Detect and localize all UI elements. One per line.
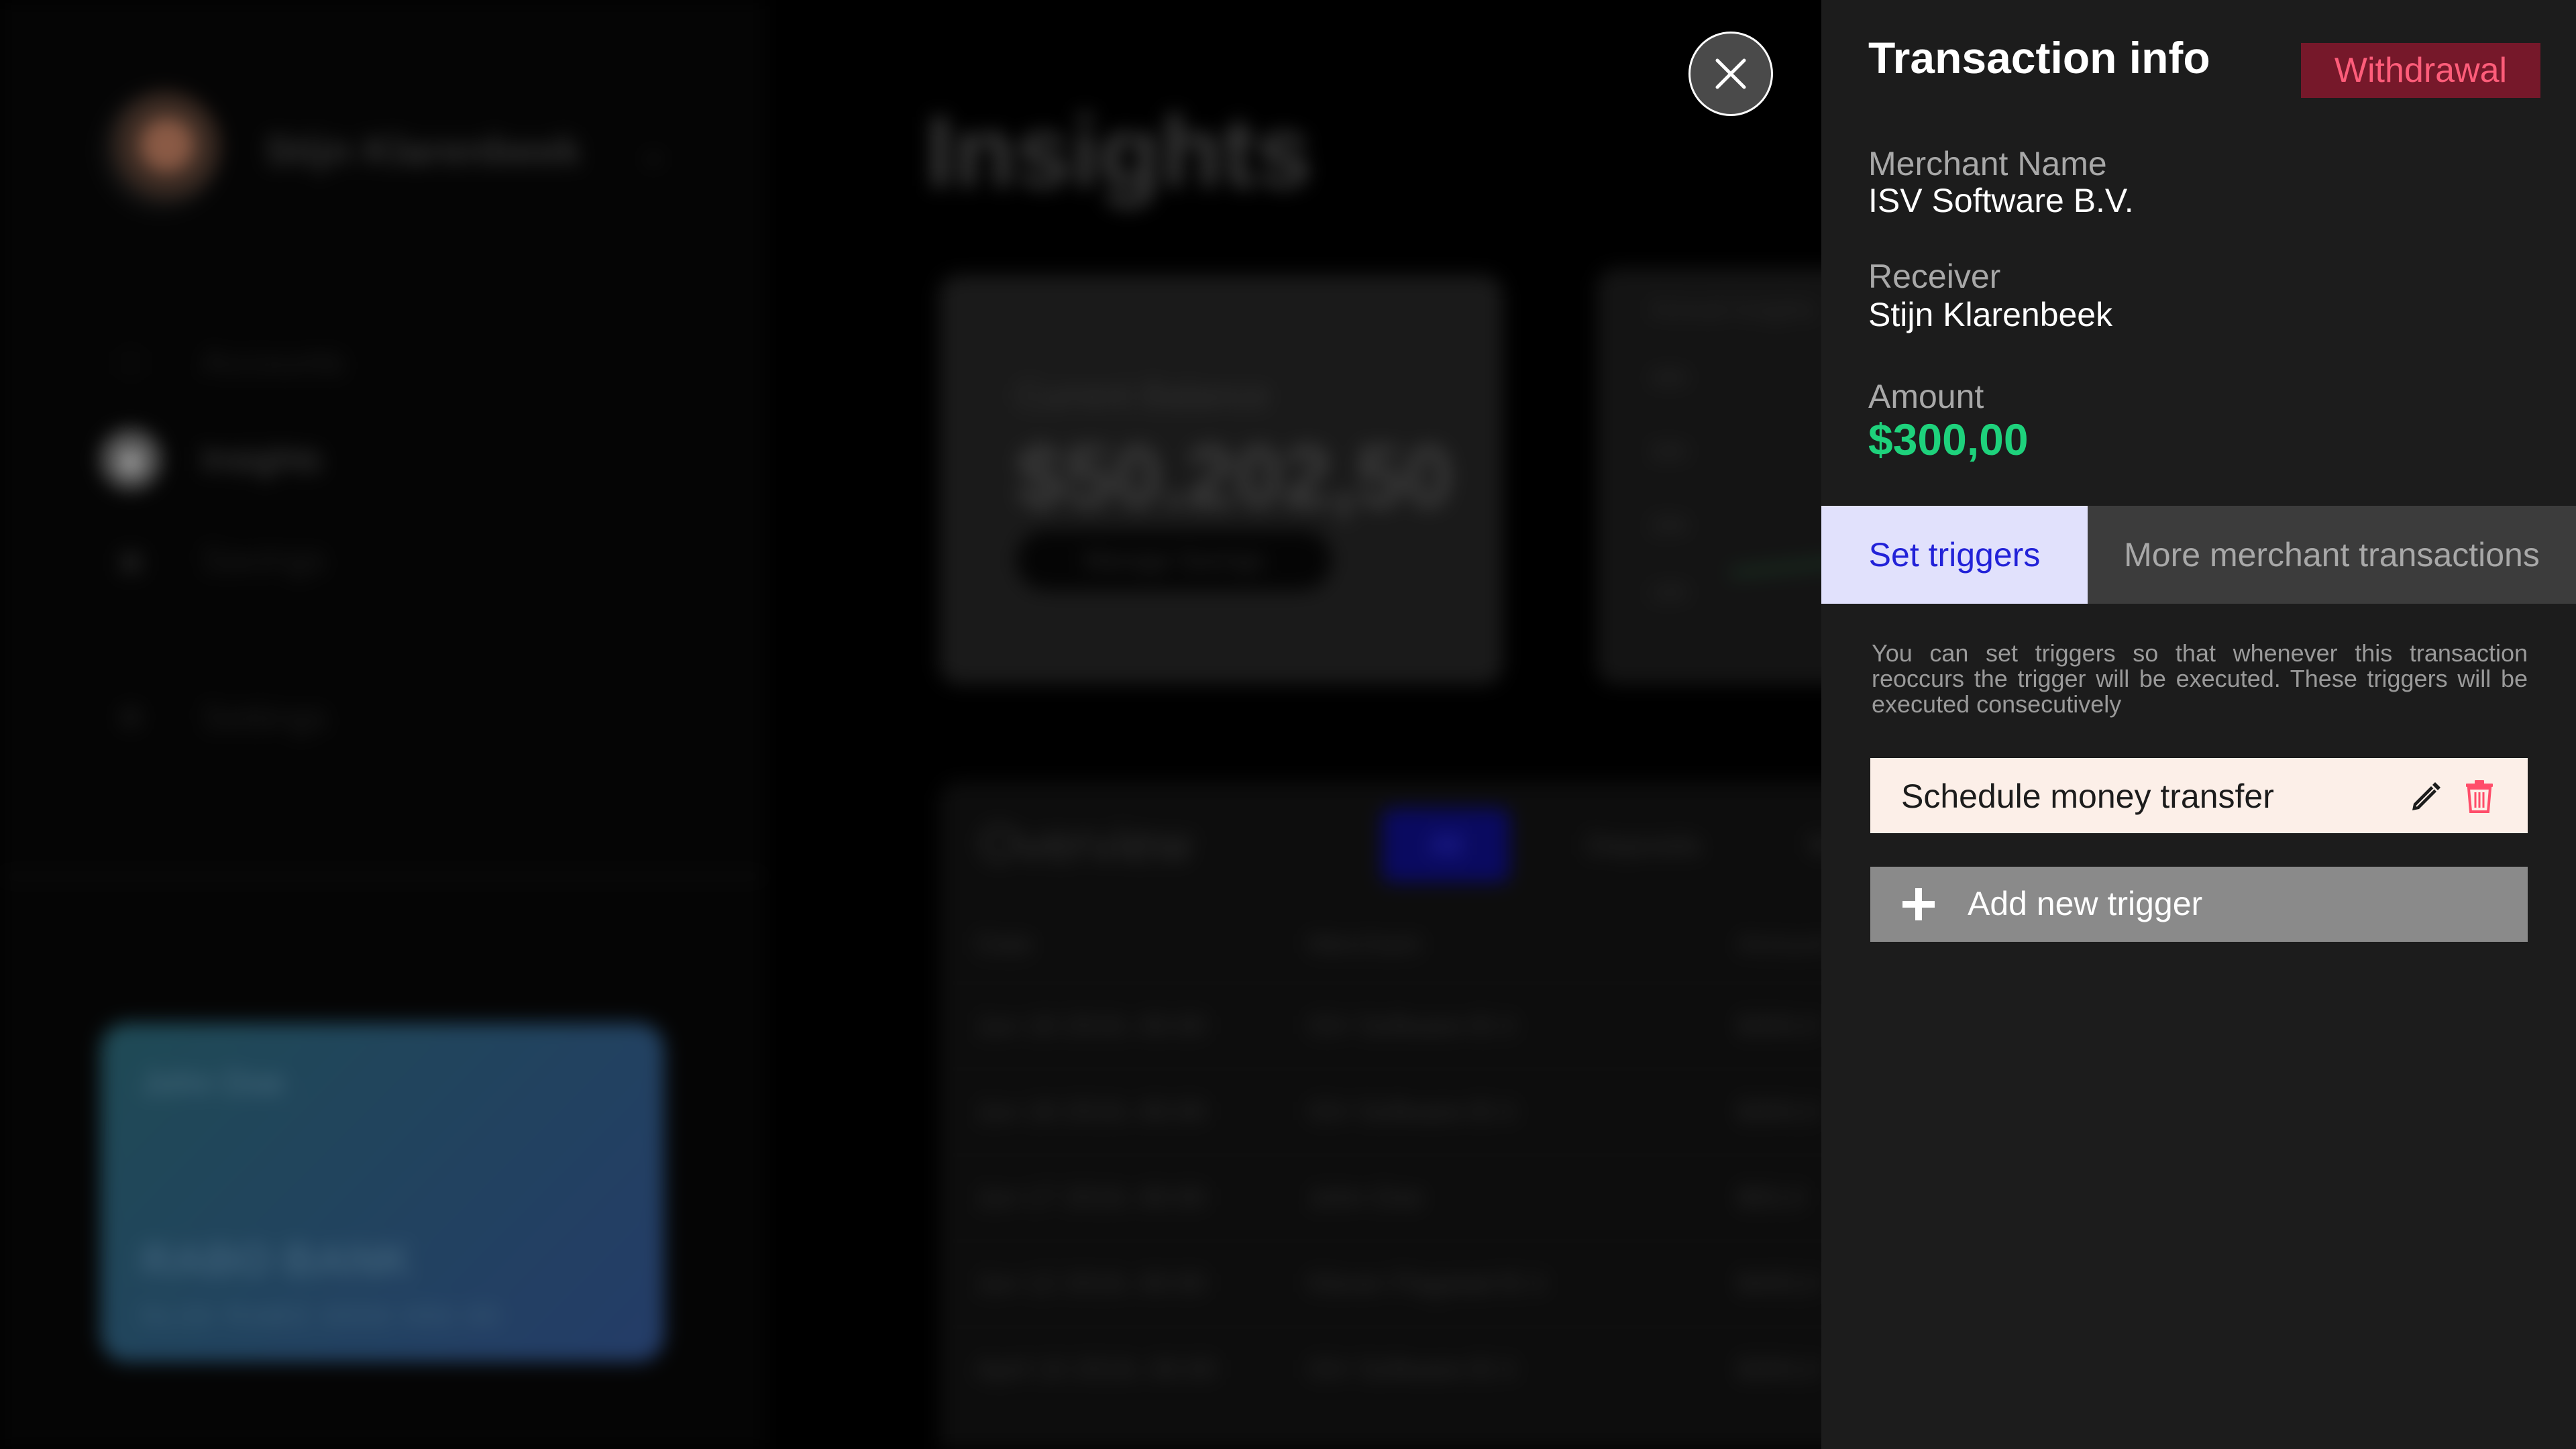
gear-icon: ⚙ (117, 701, 144, 735)
row-merchant: John Doe (1308, 1183, 1424, 1212)
column-header-merchant: Merchant (1308, 929, 1420, 959)
sidebar-item-insights: ◉ Insights (101, 429, 321, 490)
overview-title: Overview (979, 816, 1192, 873)
sidebar-item-accounts: □ Accounts (101, 332, 345, 392)
manage-savings-button: Manage Savings (1016, 530, 1332, 590)
chevron-down-icon: ⌄ (641, 135, 667, 170)
avatar (101, 91, 221, 211)
user-name: Stijn Klarenbeek (265, 128, 581, 173)
savings-icon: ▣ (117, 543, 145, 577)
tab-more-merchant-transactions[interactable]: More merchant transactions (2088, 506, 2576, 604)
filter-all: All (1382, 808, 1509, 882)
sidebar-item-settings: ⚙ Settings (101, 688, 327, 748)
trash-icon[interactable] (2461, 777, 2498, 814)
sidebar-item-label: Insights (201, 440, 322, 479)
graph-tick: 40K (1650, 366, 1688, 390)
row-merchant: ISV Software B.V. (1308, 1011, 1521, 1040)
graph-title: Annual Insights (1650, 295, 1816, 323)
close-icon (1715, 58, 1746, 89)
card-holder-name: John Doe (141, 1064, 285, 1102)
receiver-value: Stijn Klarenbeek (1868, 296, 2113, 333)
page-title: Insights (926, 95, 1312, 208)
row-date: April 10 2019, 00:00 (976, 1354, 1217, 1384)
graph-tick: 30K (1650, 439, 1688, 464)
sidebar-item-label: Settings (201, 698, 327, 737)
row-amount: $400,0 (1737, 1269, 1820, 1298)
close-button[interactable] (1688, 32, 1773, 116)
balance-card: Current Balance $50.202,50 Manage Saving… (939, 275, 1503, 684)
row-date: Jun 17 2019, 00:00 (976, 1183, 1206, 1212)
column-header-date: Date (976, 929, 1033, 959)
transaction-type-badge: Withdrawal (2301, 43, 2540, 98)
insights-icon: ◉ (101, 429, 161, 490)
table-row: April 10 2019, 00:00 ISV Software B.V. $… (939, 1326, 1878, 1413)
sidebar-item-label: Accounts (201, 343, 345, 382)
tab-set-triggers[interactable]: Set triggers (1821, 506, 2088, 604)
row-merchant: Klever Flagstad B.V. (1308, 1269, 1550, 1298)
card-bank-name: RABO BANK (141, 1235, 412, 1285)
filter-deposits: Deposits (1586, 828, 1701, 861)
row-date: Jun 12 2019, 00:00 (976, 1269, 1206, 1298)
panel-tabs: Set triggers More merchant transactions (1821, 506, 2576, 604)
sidebar: Stijn Klarenbeek ⌄ □ Accounts ◉ Insights… (0, 0, 765, 1449)
column-header-amount: Amount (1737, 929, 1830, 959)
bank-card: John Doe RABO BANK NL00 RABO 0000 000 00 (101, 1023, 664, 1362)
row-amount: $50,0 (1737, 1183, 1805, 1212)
merchant-name-label: Merchant Name (1868, 145, 2107, 182)
row-merchant: ISV Software B.V. (1308, 1097, 1521, 1126)
panel-title: Transaction info (1868, 33, 2210, 83)
graph-tick: 10K (1650, 580, 1688, 604)
wallet-icon: □ (121, 345, 140, 378)
row-amount: $300,0 (1737, 1354, 1820, 1384)
transaction-info-panel: Transaction info Withdrawal Merchant Nam… (1821, 0, 2576, 1449)
table-row: Jun 17 2019, 00:00 John Doe $50,0 (939, 1155, 1878, 1242)
table-row: Jun 12 2019, 00:00 Klever Flagstad B.V. … (939, 1240, 1878, 1328)
sidebar-item-label: Savings (201, 541, 325, 580)
trigger-label: Schedule money transfer (1901, 777, 2274, 815)
balance-value: $50.202,50 (1016, 427, 1453, 525)
amount-label: Amount (1868, 378, 1984, 415)
row-date: Jun 18 2019, 00:00 (976, 1011, 1206, 1040)
graph-tick: 20K (1650, 513, 1688, 537)
row-merchant: ISV Software B.V. (1308, 1354, 1521, 1384)
row-amount: $300,0 (1737, 1097, 1820, 1126)
overview-table: Overview All Deposits Wi Date Merchant A… (939, 782, 1878, 1449)
merchant-name-value: ISV Software B.V. (1868, 182, 2134, 219)
amount-value: $300,00 (1868, 415, 2029, 464)
add-trigger-button[interactable]: Add new trigger (1870, 867, 2528, 942)
triggers-help-text: You can set triggers so that whenever th… (1872, 639, 2528, 718)
row-amount: $300,0 (1737, 1011, 1820, 1040)
receiver-label: Receiver (1868, 258, 2001, 295)
sidebar-divider (0, 875, 765, 877)
row-date: Jun 18 2019, 00:00 (976, 1097, 1206, 1126)
plus-icon (1902, 888, 1935, 920)
balance-label: Current Balance (1016, 376, 1269, 415)
table-row: Jun 18 2019, 00:00 ISV Software B.V. $30… (939, 1069, 1878, 1156)
pencil-icon[interactable] (2407, 777, 2445, 814)
add-trigger-label: Add new trigger (1968, 885, 2203, 922)
trigger-item[interactable]: Schedule money transfer (1870, 758, 2528, 833)
card-number: NL00 RABO 0000 000 00 (141, 1301, 502, 1331)
table-row: Jun 18 2019, 00:00 ISV Software B.V. $30… (939, 983, 1878, 1070)
sidebar-item-savings: ▣ Savings (101, 530, 325, 590)
